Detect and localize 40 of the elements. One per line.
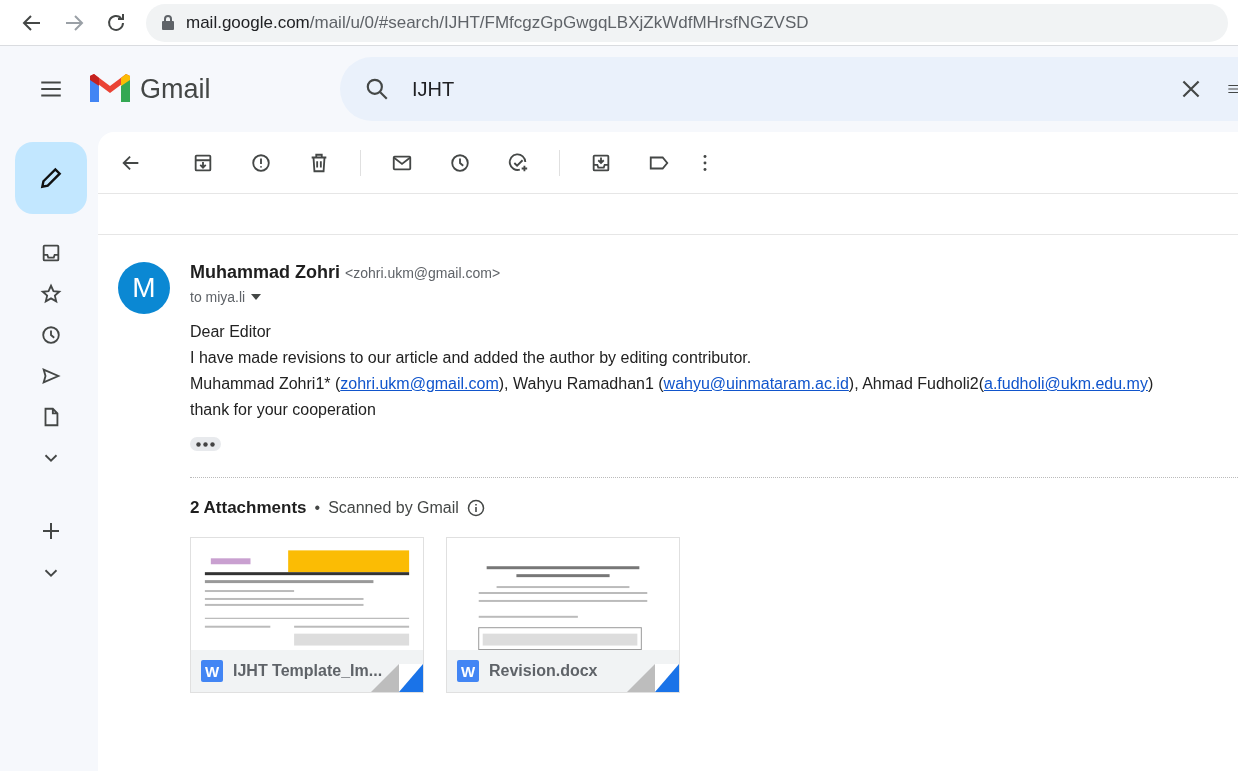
folded-corner-icon: [627, 664, 679, 692]
app-name: Gmail: [140, 73, 211, 105]
word-file-icon: W: [201, 660, 223, 682]
compose-button[interactable]: [15, 142, 87, 214]
lock-icon: [162, 15, 174, 30]
report-icon[interactable]: [250, 151, 272, 174]
sender-name: Muhammad Zohri: [190, 262, 340, 283]
add-task-icon[interactable]: [507, 151, 529, 174]
info-icon[interactable]: [466, 499, 485, 517]
search-query: IJHT: [412, 77, 456, 101]
sender-avatar: M: [118, 262, 170, 314]
send-icon[interactable]: [40, 365, 62, 387]
email-link[interactable]: a.fudholi@ukm.edu.my: [984, 375, 1148, 392]
message-line: I have made revisions to our article and added the author by editing contributor.: [190, 348, 753, 368]
message-line: Dear Editor: [190, 322, 272, 342]
email-link[interactable]: wahyu@uinmataram.ac.id: [663, 375, 849, 392]
clock-icon[interactable]: [449, 151, 471, 174]
attachment-name[interactable]: Revision.docx: [489, 662, 598, 680]
caret-icon[interactable]: [251, 294, 262, 300]
clock-icon[interactable]: [40, 324, 62, 346]
star-icon[interactable]: [40, 283, 62, 305]
inbox-icon[interactable]: [40, 242, 62, 264]
recipient-label: to miya.li: [190, 289, 246, 305]
attachment-name[interactable]: IJHT Template_Im...: [233, 662, 383, 680]
sender-email: <zohri.ukm@gmail.com>: [345, 265, 501, 281]
url-text: mail.google.com/mail/u/0/#search/IJHT/FMfcgzGpGwgqLBXjZkWdfMHrsfNGZVSD: [186, 12, 809, 33]
envelope-logo-icon: [90, 74, 130, 104]
search-bar[interactable]: IJHT: [340, 57, 1238, 121]
address-bar[interactable]: mail.google.com/mail/u/0/#search/IJHT/FMfcgzGpGwgqLBXjZkWdfMHrsfNGZVSD: [146, 3, 1228, 42]
email-link[interactable]: zohri.ukm@gmail.com: [340, 375, 499, 392]
attachments-title: 2 Attachments: [190, 498, 307, 518]
word-file-icon: W: [457, 660, 479, 682]
search-icon[interactable]: [364, 76, 390, 102]
pencil-icon: [38, 165, 64, 191]
ellipsis-icon: [196, 441, 215, 447]
message-line: thank for your cooperation: [190, 400, 377, 420]
show-trimmed-button[interactable]: [190, 437, 221, 451]
separator-dot: •: [314, 499, 321, 517]
message-line: Muhammad Zohri1* (zohri.ukm@gmail.com), Wahyu Ramadhan1 (wahyu@uinmataram.ac.id), Ahmad Fudholi2(a.fudholi@ukm.edu.my): [190, 374, 1155, 394]
scanned-note: Scanned by Gmail: [328, 499, 459, 517]
